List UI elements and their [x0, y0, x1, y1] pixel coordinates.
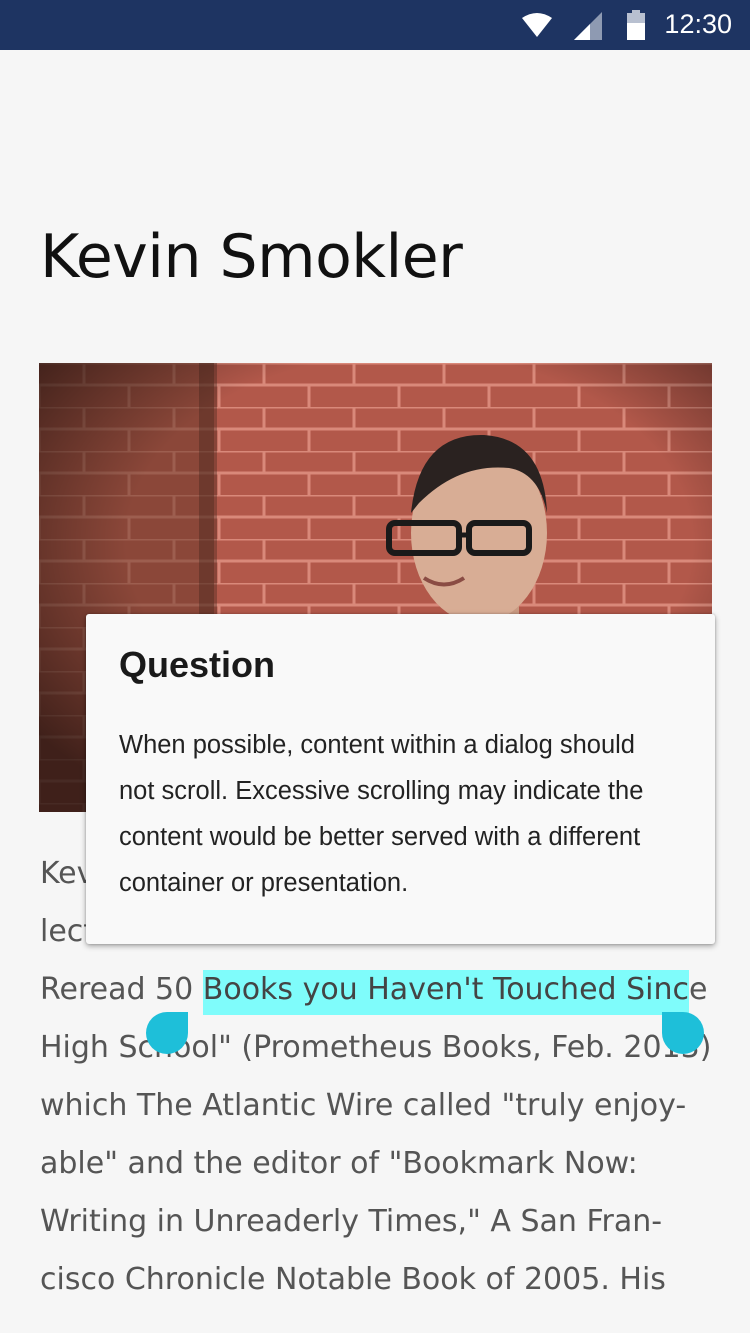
dialog-body-line: not scroll. Excessive scrolling may indi… [119, 777, 644, 805]
status-time: 12:30 [664, 9, 732, 39]
status-bar: 12:30 [0, 0, 750, 50]
dialog-title: Question [119, 644, 276, 685]
dialog-body: When possible, content within a dialog s… [119, 722, 699, 906]
selection-start-handle[interactable] [146, 1012, 188, 1054]
selected-text[interactable]: Books you Haven't Touched Sinc [202, 970, 689, 1015]
selection-end-handle[interactable] [662, 1012, 704, 1054]
article-line: cisco Chronicle Notable Book of 2005. Hi… [40, 1262, 666, 1297]
article-line-end: e [689, 972, 708, 1007]
wifi-icon [522, 13, 552, 37]
page-title: Kevin Smokler [40, 222, 463, 292]
dialog-body-line: When possible, content within a dialog s… [119, 731, 635, 759]
question-dialog[interactable]: Question When possible, content within a… [86, 614, 715, 944]
dialog-body-line: container or presentation. [119, 869, 409, 897]
article-line: which The Atlantic Wire called "truly en… [40, 1088, 687, 1123]
battery-icon [627, 10, 645, 40]
article-line: Reread 50 Books you Haven't Touched Sinc… [40, 961, 710, 1019]
article-line-start: Reread 50 [40, 972, 203, 1007]
article-line: Writing in Unreaderly Times," A San Fran… [40, 1204, 663, 1239]
article-line: High School" (Prometheus Books, Feb. 201… [40, 1030, 712, 1065]
article-line: able" and the editor of "Bookmark Now: [40, 1146, 638, 1181]
cellular-signal-icon [574, 12, 602, 40]
dialog-body-line: content would be better served with a di… [119, 823, 641, 851]
